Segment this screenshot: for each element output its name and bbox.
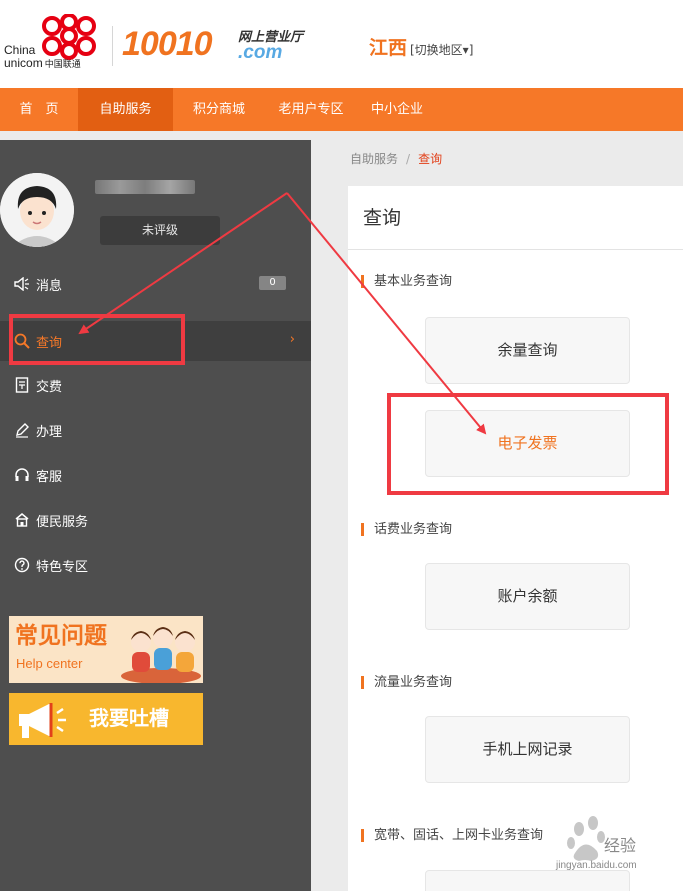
title-divider <box>348 249 683 250</box>
nav-smb[interactable]: 中小企业 <box>357 88 437 131</box>
section-title-broadband: 宽带、固话、上网卡业务查询 <box>360 828 544 843</box>
mobile-data-records-button[interactable]: 手机上网记录 <box>425 716 630 783</box>
complaint-banner-title: 我要吐槽 <box>89 706 169 730</box>
logo-text: China unicom 中国联通 <box>4 43 81 70</box>
account-balance-button[interactable]: 账户余额 <box>425 563 630 630</box>
sidebar-item-payment[interactable]: 交费 <box>0 365 311 405</box>
avatar-cartoon-icon <box>0 173 74 247</box>
nav-home[interactable]: 首 页 <box>0 88 78 131</box>
question-circle-icon <box>12 555 32 575</box>
sidebar-item-label: 便民服务 <box>36 514 89 530</box>
message-count-badge: 0 <box>259 276 286 290</box>
help-banner-subtitle: Help center <box>16 656 83 671</box>
sidebar-item-customer-service[interactable]: 客服 <box>0 455 311 495</box>
sidebar-item-label: 消息 <box>36 278 63 294</box>
breadcrumb: 自助服务 / 查询 <box>350 151 442 167</box>
sidebar-item-messages[interactable]: 消息 0 <box>0 264 311 304</box>
sidebar-item-query[interactable]: 查询 › <box>0 321 311 361</box>
username-obscured <box>95 180 195 194</box>
logo-divider <box>112 26 113 66</box>
main-nav: 首 页 自助服务 积分商城 老用户专区 中小企业 <box>0 88 683 131</box>
sidebar-item-featured[interactable]: 特色专区 <box>0 545 311 585</box>
chevron-right-icon: › <box>289 332 295 347</box>
section-title-data: 流量业务查询 <box>360 675 453 690</box>
help-center-banner[interactable]: 常见问题 Help center <box>9 616 203 683</box>
home-icon <box>12 510 32 530</box>
sidebar: 未评级 消息 0 查询 › 交费 办理 客服 便民服务 特色专区 常见问题 He… <box>0 140 311 891</box>
bill-icon <box>12 375 32 395</box>
nav-old-users[interactable]: 老用户专区 <box>265 88 357 131</box>
brand-number[interactable]: 10010 <box>122 24 213 64</box>
sidebar-item-label: 客服 <box>36 469 63 485</box>
help-banner-title: 常见问题 <box>15 623 107 649</box>
nav-points-mall[interactable]: 积分商城 <box>173 88 265 131</box>
sidebar-item-label: 查询 <box>36 335 63 351</box>
section-title-basic: 基本业务查询 <box>360 274 453 289</box>
brand-domain: .com <box>238 42 283 63</box>
watermark-brand: 经验 <box>604 836 637 855</box>
sidebar-item-label: 特色专区 <box>36 559 89 575</box>
search-icon <box>12 331 32 351</box>
sidebar-item-handle[interactable]: 办理 <box>0 410 311 450</box>
pen-icon <box>12 420 32 440</box>
balance-query-button[interactable]: 余量查询 <box>425 317 630 384</box>
member-level-badge: 未评级 <box>100 216 220 245</box>
breadcrumb-current: 查询 <box>418 152 443 166</box>
breadcrumb-parent[interactable]: 自助服务 <box>350 152 398 166</box>
headset-icon <box>12 465 32 485</box>
cartoon-women-icon <box>121 627 201 683</box>
nav-self-service[interactable]: 自助服务 <box>78 88 173 131</box>
query-panel: 查询 基本业务查询 余量查询 电子发票 话费业务查询 账户余额 流量业务查询 手… <box>348 186 683 891</box>
watermark-url: jingyan.baidu.com <box>556 860 637 871</box>
e-invoice-button[interactable]: 电子发票 <box>425 410 630 477</box>
breadcrumb-separator: / <box>406 152 411 166</box>
sidebar-item-convenience[interactable]: 便民服务 <box>0 500 311 540</box>
sidebar-item-label: 办理 <box>36 424 63 440</box>
complaint-banner[interactable]: 我要吐槽 <box>9 693 203 745</box>
page-title: 查询 <box>363 207 402 229</box>
megaphone-icon <box>19 703 66 738</box>
speaker-icon <box>12 274 32 294</box>
section-title-billing: 话费业务查询 <box>360 522 453 537</box>
site-header: China unicom 中国联通 10010 网上营业厅 .com 江西 [切换… <box>0 0 683 88</box>
sidebar-item-label: 交费 <box>36 379 63 395</box>
switch-region-link[interactable]: [切换地区▾] <box>410 42 473 58</box>
user-avatar[interactable] <box>0 173 74 247</box>
region-name: 江西 <box>369 37 408 59</box>
